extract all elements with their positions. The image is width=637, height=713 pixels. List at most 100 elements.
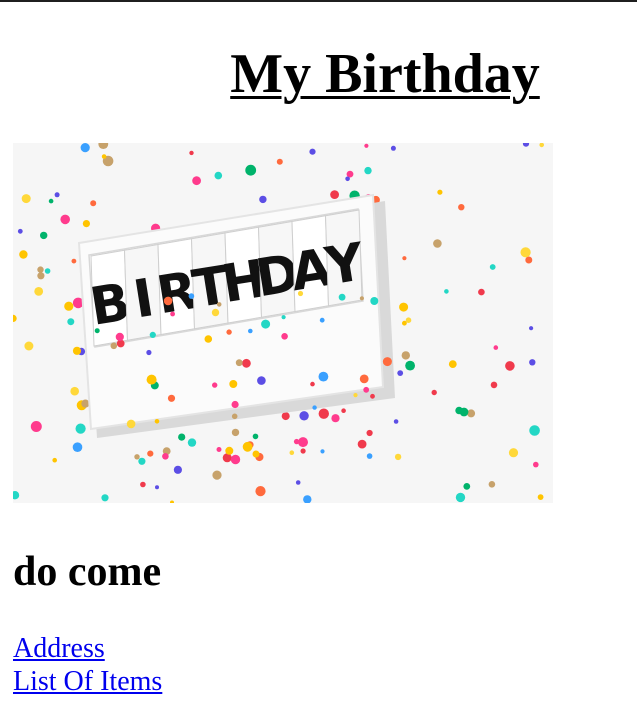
confetti-dot <box>281 412 290 421</box>
confetti-dot <box>245 164 257 176</box>
confetti-dot <box>110 342 118 350</box>
confetti-dot <box>101 154 107 159</box>
confetti-dot <box>330 190 339 199</box>
confetti-dot <box>320 449 325 454</box>
confetti-dot <box>331 414 340 423</box>
confetti-dot <box>230 454 241 465</box>
confetti-dot <box>341 408 346 414</box>
confetti-dot <box>455 492 466 503</box>
confetti-dot <box>529 359 536 366</box>
confetti-dot <box>437 189 443 195</box>
confetti-dot <box>508 448 519 458</box>
address-link[interactable]: Address <box>13 632 105 665</box>
confetti-dot <box>154 419 160 424</box>
confetti-dot <box>405 360 415 371</box>
confetti-dot <box>318 408 329 419</box>
confetti-dot <box>34 287 44 296</box>
confetti-dot <box>444 289 449 294</box>
confetti-dot <box>248 328 253 334</box>
confetti-dot <box>162 453 169 460</box>
confetti-dot <box>281 315 286 320</box>
confetti-dot <box>309 148 316 155</box>
confetti-dot <box>478 288 485 296</box>
confetti-dot <box>214 171 223 180</box>
confetti-dot <box>529 425 540 436</box>
confetti-dot <box>173 465 182 474</box>
confetti-dot <box>520 247 531 258</box>
confetti-dot <box>212 382 218 388</box>
confetti-dot <box>529 326 534 331</box>
confetti-dot <box>126 419 136 429</box>
confetti-dot <box>48 198 54 204</box>
confetti-dot <box>231 400 239 409</box>
confetti-dot <box>261 319 271 329</box>
confetti-dot <box>448 360 457 368</box>
confetti-dot <box>370 393 375 399</box>
confetti-dot <box>537 494 544 500</box>
confetti-dot <box>37 272 45 280</box>
confetti-dot <box>295 480 301 485</box>
confetti-dot <box>30 421 42 432</box>
confetti-dot <box>276 158 283 165</box>
confetti-dot <box>353 393 358 398</box>
page-title: My Birthday <box>230 43 540 105</box>
confetti-dot <box>489 264 496 270</box>
confetti-dot <box>24 341 34 351</box>
confetti-dot <box>40 231 48 240</box>
confetti-dot <box>140 481 146 488</box>
confetti-dot <box>115 332 124 341</box>
confetti-dot <box>211 308 220 317</box>
confetti-dot <box>363 386 370 393</box>
confetti-dot <box>231 413 238 420</box>
confetti-dot <box>225 446 234 455</box>
confetti-dot <box>70 386 79 396</box>
confetti-dot <box>242 358 251 368</box>
confetti-dot <box>82 220 90 228</box>
confetti-dot <box>431 389 437 396</box>
confetti-dot <box>364 143 369 148</box>
confetti-dot <box>101 494 109 502</box>
confetti-dot <box>255 486 266 497</box>
confetti-dot <box>459 407 469 417</box>
list-of-items-link[interactable]: List Of Items <box>13 665 162 698</box>
confetti-dot <box>216 447 222 452</box>
top-border <box>0 0 637 2</box>
confetti-dot <box>458 204 465 211</box>
confetti-dot <box>303 495 312 503</box>
confetti-dot <box>188 293 195 299</box>
birthday-lightbox-illustration: BIRTHDAY <box>13 143 544 503</box>
confetti-dot <box>138 457 146 465</box>
confetti-dot <box>178 433 186 441</box>
confetti-dot <box>19 250 28 259</box>
confetti-dot <box>13 491 20 500</box>
confetti-dot <box>299 411 309 421</box>
confetti-dot <box>67 318 75 326</box>
confetti-dot <box>293 438 300 445</box>
confetti-dot <box>467 409 476 418</box>
confetti-dot <box>359 296 364 301</box>
confetti-dot <box>393 419 399 424</box>
confetti-dot <box>149 331 156 338</box>
confetti-dot <box>490 381 498 389</box>
confetti-dot <box>364 166 372 175</box>
confetti-dot <box>146 374 157 385</box>
confetti-dot <box>357 439 367 449</box>
confetti-dot <box>401 351 410 360</box>
confetti-dot <box>281 333 288 340</box>
confetti-dot <box>370 297 379 305</box>
confetti-dot <box>493 345 499 350</box>
confetti-dot <box>488 481 496 488</box>
confetti-dot <box>397 370 404 376</box>
confetti-dot <box>170 311 176 317</box>
confetti-dot <box>13 314 17 322</box>
confetti-dot <box>21 194 31 204</box>
confetti-dot <box>338 293 346 301</box>
confetti-dot <box>37 266 44 273</box>
confetti-dot <box>235 359 243 367</box>
confetti-dot <box>54 192 60 198</box>
confetti-dot <box>134 454 140 460</box>
confetti-dot <box>312 405 317 410</box>
confetti-dot <box>359 374 369 384</box>
confetti-dot <box>257 376 266 385</box>
confetti-dot <box>216 302 222 307</box>
